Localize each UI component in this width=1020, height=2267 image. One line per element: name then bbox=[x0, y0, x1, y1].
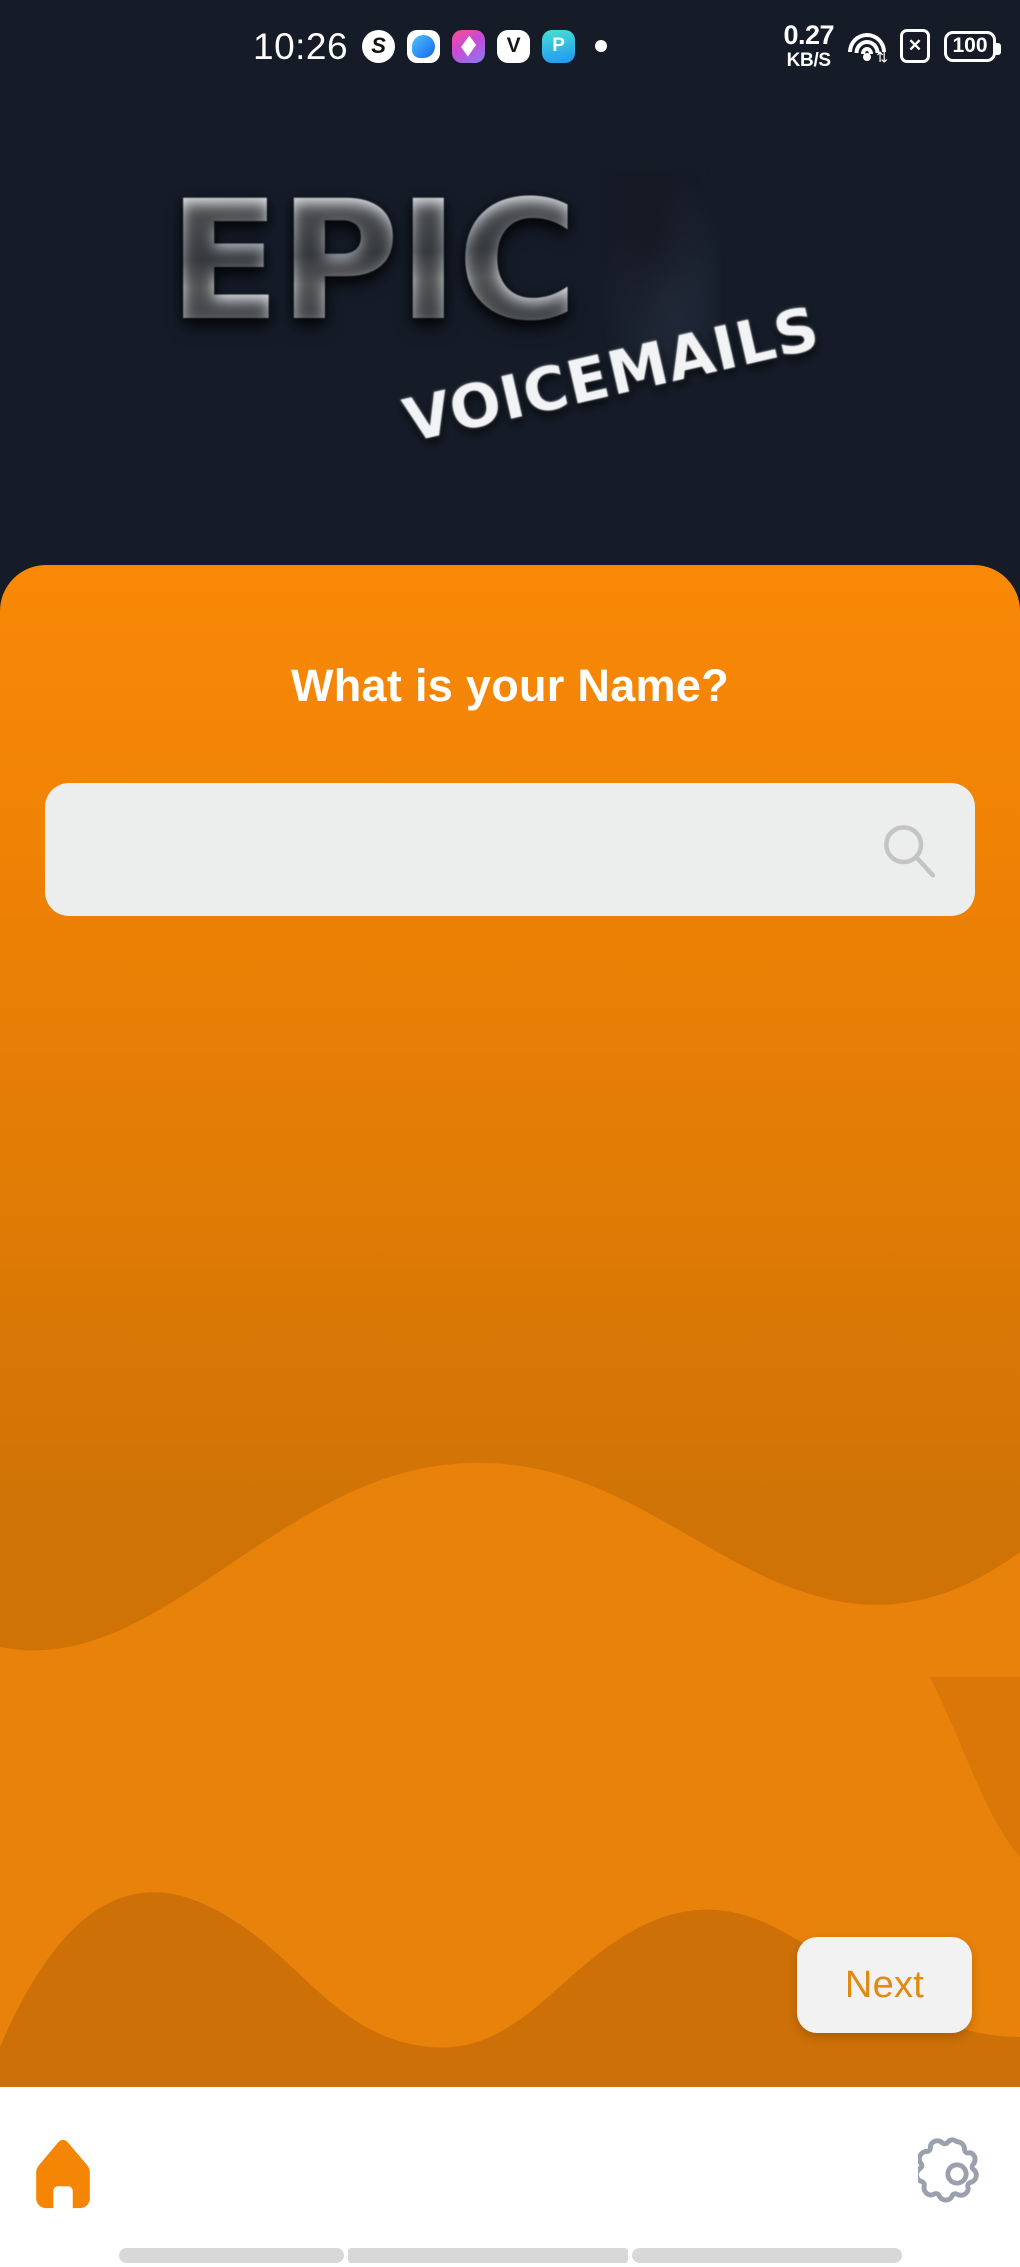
next-button[interactable]: Next bbox=[797, 1937, 972, 2033]
search-icon[interactable] bbox=[877, 818, 941, 882]
finance-app-icon: P bbox=[542, 29, 576, 63]
network-speed-unit: KB/S bbox=[786, 50, 832, 71]
sim-card-disabled-icon: ✕ bbox=[900, 29, 930, 63]
messenger-icon bbox=[407, 29, 441, 63]
gear-icon[interactable] bbox=[918, 2135, 996, 2213]
page-title: What is your Name? bbox=[291, 660, 729, 711]
gesture-segment-back[interactable] bbox=[118, 2248, 344, 2263]
home-icon[interactable] bbox=[24, 2135, 102, 2213]
battery-icon: 100 bbox=[944, 30, 1001, 62]
skype-icon: S bbox=[362, 29, 396, 63]
bottom-navigation-bar bbox=[0, 2087, 1020, 2267]
phone-screen: 10:26 S V P 0.27 KB/S ⇅ ✕ 100 EPIC VOICE… bbox=[0, 0, 1020, 2267]
network-speed: 0.27 KB/S bbox=[783, 20, 834, 71]
gesture-segment-home[interactable] bbox=[347, 2248, 628, 2263]
name-search-field[interactable] bbox=[45, 783, 975, 916]
network-speed-value: 0.27 bbox=[783, 20, 834, 50]
photo-editor-icon bbox=[452, 29, 486, 63]
vimeo-icon: V bbox=[497, 29, 531, 63]
more-notifications-dot-icon bbox=[595, 40, 608, 52]
wifi-icon: ⇅ bbox=[848, 31, 888, 64]
app-logo: EPIC VOICEMAILS bbox=[0, 155, 1020, 457]
status-bar: 10:26 S V P 0.27 KB/S ⇅ ✕ 100 bbox=[0, 0, 1020, 92]
status-clock: 10:26 bbox=[253, 25, 349, 67]
gesture-segment-recents[interactable] bbox=[631, 2248, 902, 2263]
status-app-icons: S V P bbox=[362, 29, 608, 63]
logo-title-epic: EPIC bbox=[168, 165, 578, 357]
status-bar-right: 0.27 KB/S ⇅ ✕ 100 bbox=[783, 20, 1001, 71]
gesture-navigation-bar[interactable] bbox=[0, 2241, 1020, 2267]
battery-level: 100 bbox=[952, 34, 988, 57]
main-card: What is your Name? Next bbox=[0, 565, 1020, 2087]
search-input[interactable] bbox=[79, 827, 877, 872]
status-bar-left: 10:26 S V P bbox=[253, 25, 608, 67]
